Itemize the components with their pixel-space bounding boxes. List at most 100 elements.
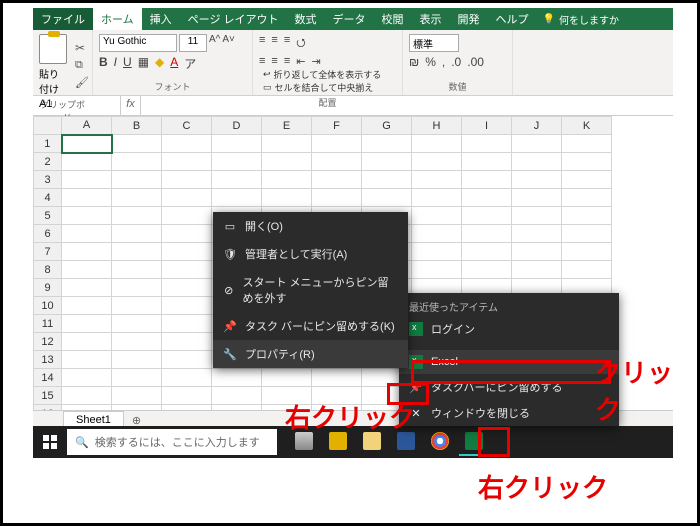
- row-header[interactable]: 2: [34, 153, 62, 171]
- formula-input[interactable]: [141, 96, 673, 115]
- grow-font-icon[interactable]: A^: [209, 34, 220, 52]
- indent-dec-icon[interactable]: ⇤: [296, 55, 305, 68]
- col-header[interactable]: B: [112, 117, 162, 135]
- col-header[interactable]: E: [262, 117, 312, 135]
- col-header[interactable]: F: [312, 117, 362, 135]
- col-header[interactable]: A: [62, 117, 112, 135]
- taskbar-search[interactable]: 🔍 検索するには、ここに入力します: [67, 429, 277, 455]
- align-center-icon[interactable]: ≡: [271, 55, 277, 68]
- tell-me[interactable]: 💡 何をしますか: [537, 8, 619, 30]
- row-header[interactable]: 4: [34, 189, 62, 207]
- font-color-button[interactable]: A: [170, 55, 178, 72]
- col-header[interactable]: G: [362, 117, 412, 135]
- fx-icon[interactable]: fx: [121, 96, 141, 115]
- row-header[interactable]: 3: [34, 171, 62, 189]
- tab-view[interactable]: 表示: [412, 8, 450, 30]
- submenu-properties[interactable]: 🔧 プロパティ(R): [213, 340, 408, 368]
- orientation-icon[interactable]: ⭯: [296, 34, 305, 53]
- number-format-select[interactable]: 標準: [409, 34, 459, 52]
- submenu-open[interactable]: ▭ 開く(O): [213, 212, 408, 240]
- start-button[interactable]: [33, 426, 67, 458]
- anno-right-click-2: 右クリック: [478, 468, 608, 505]
- row-header[interactable]: 10: [34, 297, 62, 315]
- name-box[interactable]: A1: [33, 96, 121, 115]
- bold-button[interactable]: B: [99, 55, 108, 72]
- anno-click: クリック: [595, 353, 697, 427]
- row-header[interactable]: 7: [34, 243, 62, 261]
- submenu-pin-taskbar[interactable]: 📌 タスク バーにピン留めする(K): [213, 312, 408, 340]
- border-button[interactable]: ▦: [138, 55, 149, 72]
- fill-color-button[interactable]: ◆: [155, 55, 164, 72]
- tab-file[interactable]: ファイル: [33, 8, 93, 30]
- tab-review[interactable]: 校閲: [374, 8, 412, 30]
- col-header[interactable]: H: [412, 117, 462, 135]
- align-left-icon[interactable]: ≡: [259, 55, 265, 68]
- cell-a1[interactable]: [62, 135, 112, 153]
- row-header[interactable]: 6: [34, 225, 62, 243]
- pin-icon: 📌: [409, 381, 423, 394]
- row-header[interactable]: 5: [34, 207, 62, 225]
- bulb-icon: 💡: [543, 14, 555, 25]
- phonetic-button[interactable]: ア: [184, 55, 196, 72]
- shield-icon: 🛡: [223, 248, 237, 261]
- align-right-icon[interactable]: ≡: [284, 55, 290, 68]
- tab-insert[interactable]: 挿入: [142, 8, 180, 30]
- jumplist-recent-label: ログイン: [431, 321, 475, 337]
- jumplist-pin-taskbar[interactable]: 📌 タスクバーにピン留めする: [399, 374, 619, 400]
- merge-center-button[interactable]: ▭セルを結合して中央揃え: [263, 81, 396, 94]
- submenu-unpin-start[interactable]: ⊘ スタート メニューからピン留めを外す: [213, 268, 408, 312]
- inc-decimal-icon[interactable]: .0: [451, 55, 461, 69]
- shrink-font-icon[interactable]: A˅: [222, 34, 235, 52]
- taskbar-excel[interactable]: [459, 428, 489, 456]
- wrap-text-button[interactable]: ↩折り返して全体を表示する: [263, 68, 396, 81]
- paste-button[interactable]: 貼り付け: [39, 34, 67, 96]
- currency-icon[interactable]: ₪: [409, 55, 419, 69]
- number-group-label: 数値: [409, 78, 506, 93]
- row-header[interactable]: 11: [34, 315, 62, 333]
- align-bottom-icon[interactable]: ≡: [284, 34, 290, 53]
- percent-icon[interactable]: %: [425, 55, 436, 69]
- col-header[interactable]: I: [462, 117, 512, 135]
- tab-help[interactable]: ヘルプ: [488, 8, 537, 30]
- pin-icon: 📌: [223, 320, 237, 333]
- tab-home[interactable]: ホーム: [93, 8, 142, 30]
- underline-button[interactable]: U: [123, 55, 132, 72]
- submenu-run-admin[interactable]: 🛡 管理者として実行(A): [213, 240, 408, 268]
- dec-decimal-icon[interactable]: .00: [467, 55, 484, 69]
- col-header[interactable]: D: [212, 117, 262, 135]
- column-headers: A B C D E F G H I J K: [34, 117, 612, 135]
- row-header[interactable]: 15: [34, 387, 62, 405]
- indent-inc-icon[interactable]: ⇥: [311, 55, 320, 68]
- font-name-select[interactable]: Yu Gothic: [99, 34, 177, 52]
- format-painter-icon[interactable]: 🖌: [75, 76, 89, 89]
- taskbar-chrome[interactable]: [425, 428, 455, 456]
- font-size-select[interactable]: 11: [179, 34, 207, 52]
- row-header[interactable]: 13: [34, 351, 62, 369]
- tab-page-layout[interactable]: ページ レイアウト: [180, 8, 287, 30]
- col-header[interactable]: C: [162, 117, 212, 135]
- tab-developer[interactable]: 開発: [450, 8, 488, 30]
- row-header[interactable]: 1: [34, 135, 62, 153]
- tab-formulas[interactable]: 数式: [287, 8, 325, 30]
- jumplist-close-window[interactable]: ✕ ウィンドウを閉じる: [399, 400, 619, 426]
- align-middle-icon[interactable]: ≡: [271, 34, 277, 53]
- row-header[interactable]: 8: [34, 261, 62, 279]
- row-header[interactable]: 12: [34, 333, 62, 351]
- italic-button[interactable]: I: [114, 55, 117, 72]
- align-top-icon[interactable]: ≡: [259, 34, 265, 53]
- row-header[interactable]: 14: [34, 369, 62, 387]
- cut-icon[interactable]: ✂: [75, 41, 89, 55]
- col-header[interactable]: J: [512, 117, 562, 135]
- jumplist-recent-item[interactable]: ログイン: [399, 316, 619, 342]
- tab-data[interactable]: データ: [325, 8, 374, 30]
- jumplist-app-excel[interactable]: Excel: [399, 350, 619, 374]
- col-header[interactable]: K: [562, 117, 612, 135]
- excel-jumplist: 最近使ったアイテム ログイン Excel 📌 タスクバーにピン留めする ✕ ウィ…: [399, 293, 619, 426]
- paste-label: 貼り付け: [39, 66, 67, 96]
- group-number: 標準 ₪ % , .0 .00 数値: [403, 30, 513, 95]
- row-header[interactable]: 9: [34, 279, 62, 297]
- comma-icon[interactable]: ,: [442, 55, 445, 69]
- merge-icon: ▭: [263, 82, 272, 93]
- select-all-corner[interactable]: [34, 117, 62, 135]
- copy-icon[interactable]: ⧉: [75, 59, 89, 72]
